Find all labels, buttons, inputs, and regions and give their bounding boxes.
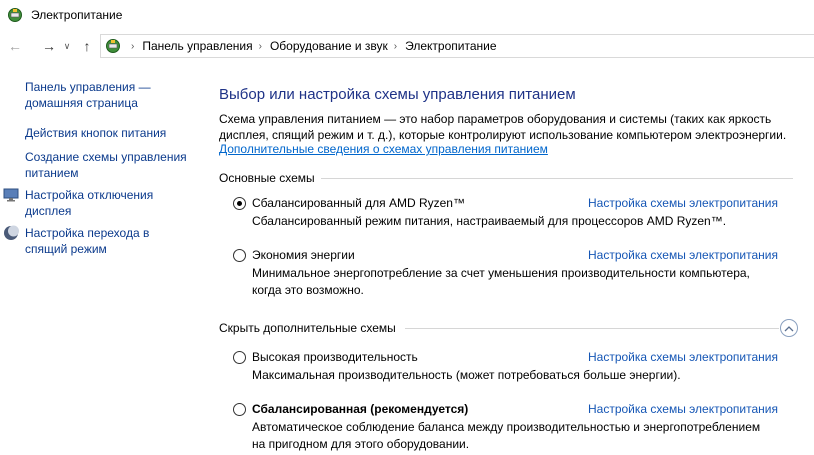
- plan-description-line: на пригодном для этого оборудовании.: [252, 437, 470, 451]
- chevron-up-icon: [784, 325, 794, 331]
- sidebar-item-label: Настройка перехода в: [25, 226, 150, 240]
- sidebar-item-label: Панель управления —: [25, 80, 151, 94]
- plan-settings-link[interactable]: Настройка схемы электропитания: [588, 350, 778, 364]
- breadcrumb-control-panel[interactable]: Панель управления: [142, 39, 252, 53]
- sidebar-item-label: питанием: [25, 166, 79, 180]
- chevron-down-icon: ∨: [63, 40, 71, 51]
- section-divider: [321, 178, 793, 179]
- plan-description: Сбалансированный режим питания, настраив…: [252, 213, 792, 230]
- page-title: Выбор или настройка схемы управления пит…: [219, 86, 576, 103]
- forward-button[interactable]: →: [38, 35, 60, 57]
- arrow-right-icon: →: [42, 38, 56, 54]
- plan-name[interactable]: Высокая производительность: [252, 350, 418, 364]
- description-line: дисплея, спящий режим и т. д.), которые …: [219, 128, 787, 142]
- plan-settings-link[interactable]: Настройка схемы электропитания: [588, 248, 778, 262]
- plan-name[interactable]: Сбалансированная (рекомендуется): [252, 402, 468, 416]
- plan-radio[interactable]: [233, 350, 246, 364]
- plan-description: Минимальное энергопотребление за счет ум…: [252, 265, 792, 299]
- plan-name[interactable]: Экономия энергии: [252, 248, 355, 262]
- sidebar-item-label: Настройка отключения: [25, 188, 154, 202]
- window-title: Электропитание: [31, 8, 123, 22]
- plan-radio[interactable]: [233, 402, 246, 416]
- plan-description-line: когда это возможно.: [252, 283, 364, 297]
- plan-radio-row[interactable]: Высокая производительность: [233, 349, 418, 365]
- sidebar-item-sleep[interactable]: Настройка перехода в спящий режим: [25, 225, 149, 257]
- breadcrumb-chevron-icon[interactable]: ›: [131, 41, 134, 52]
- plan-radio-row[interactable]: Сбалансированная (рекомендуется): [233, 401, 468, 417]
- more-info-link[interactable]: Дополнительные сведения о схемах управле…: [219, 142, 548, 156]
- sidebar-item-create-plan[interactable]: Создание схемы управления питанием: [25, 149, 187, 181]
- section-title: Основные схемы: [219, 171, 315, 185]
- sidebar-item-label: домашняя страница: [25, 96, 138, 110]
- arrow-left-icon: ←: [8, 38, 22, 54]
- plan-radio[interactable]: [233, 248, 246, 262]
- address-bar[interactable]: › Панель управления › Оборудование и зву…: [100, 34, 814, 58]
- plan-description-line: Максимальная производительность (может п…: [252, 368, 681, 382]
- sidebar-item-label: Создание схемы управления: [25, 150, 187, 164]
- sidebar-item-power-buttons[interactable]: Действия кнопок питания: [25, 125, 166, 141]
- navigation-bar: ← → ∨ ↑ › Панель управления › Оборудован…: [0, 33, 814, 59]
- sidebar-item-label: Действия кнопок питания: [25, 126, 167, 140]
- plan-radio-row[interactable]: Сбалансированный для AMD Ryzen™: [233, 195, 465, 211]
- description-line: Схема управления питанием — это набор па…: [219, 112, 772, 126]
- plan-description-line: Минимальное энергопотребление за счет ум…: [252, 266, 750, 280]
- sidebar-item-control-panel-home[interactable]: Панель управления — домашняя страница: [25, 79, 151, 111]
- plan-description: Автоматическое соблюдение баланса между …: [252, 419, 792, 453]
- monitor-icon: [3, 188, 19, 202]
- breadcrumb-hardware-sound[interactable]: Оборудование и звук: [270, 39, 388, 53]
- sidebar-item-label: спящий режим: [25, 242, 107, 256]
- title-bar: Электропитание: [0, 0, 814, 30]
- plan-settings-link[interactable]: Настройка схемы электропитания: [588, 402, 778, 416]
- breadcrumb-chevron-icon[interactable]: ›: [259, 41, 262, 52]
- plan-radio-row[interactable]: Экономия энергии: [233, 247, 355, 263]
- plan-description-line: Автоматическое соблюдение баланса между …: [252, 420, 761, 434]
- breadcrumb-chevron-icon[interactable]: ›: [394, 41, 397, 52]
- collapse-section-button[interactable]: [780, 319, 798, 337]
- power-options-address-icon: [106, 39, 120, 53]
- section-divider: [405, 328, 779, 329]
- arrow-up-icon: ↑: [83, 38, 91, 54]
- page-description: Схема управления питанием — это набор па…: [219, 111, 799, 143]
- up-button[interactable]: ↑: [76, 35, 98, 57]
- plan-description-line: Сбалансированный режим питания, настраив…: [252, 214, 727, 228]
- breadcrumb-power-options[interactable]: Электропитание: [405, 39, 496, 53]
- recent-locations-button[interactable]: ∨: [60, 35, 74, 57]
- section-title[interactable]: Скрыть дополнительные схемы: [219, 321, 396, 335]
- back-button[interactable]: ←: [4, 35, 26, 57]
- plan-settings-link[interactable]: Настройка схемы электропитания: [588, 196, 778, 210]
- plan-description: Максимальная производительность (может п…: [252, 367, 792, 384]
- sidebar-item-display-off[interactable]: Настройка отключения дисплея: [25, 187, 153, 219]
- power-options-app-icon: [8, 8, 22, 22]
- section-additional-plans[interactable]: Скрыть дополнительные схемы: [219, 320, 799, 336]
- plan-radio[interactable]: [233, 196, 246, 210]
- sidebar-item-label: дисплея: [25, 204, 72, 218]
- section-basic-plans: Основные схемы: [219, 170, 793, 186]
- moon-icon: [4, 225, 19, 240]
- plan-name[interactable]: Сбалансированный для AMD Ryzen™: [252, 196, 465, 210]
